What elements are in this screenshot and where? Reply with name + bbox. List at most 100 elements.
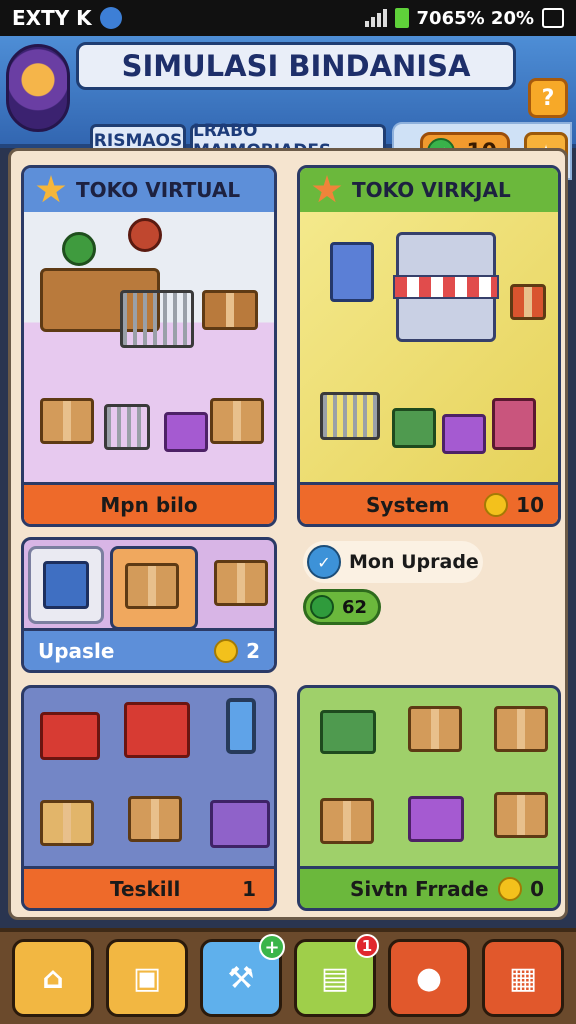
page-title: SIMULASI BINDANISA (76, 42, 516, 90)
main-panel: TOKO VIRTUAL Mpn bilo TOKO VIRKJAL Syste… (8, 148, 568, 920)
box-icon (40, 398, 94, 444)
box-icon (408, 706, 462, 752)
cost-value: 2 (246, 638, 260, 663)
status-right-text: 7065% 20% (416, 7, 534, 29)
check-icon: ✓ (307, 545, 341, 579)
card-header: TOKO VIRKJAL (300, 168, 558, 212)
nav-chat-button[interactable]: ● (388, 939, 470, 1017)
items-label: Teskill (110, 876, 181, 901)
bottom-navigation: ⌂ ▣ ⚒ + ▤ 1 ● ▦ (0, 928, 576, 1024)
box-icon (320, 798, 374, 844)
box-icon (494, 792, 548, 838)
box-icon (210, 398, 264, 444)
card-header: TOKO VIRTUAL (24, 168, 274, 212)
coin-icon (498, 876, 523, 901)
card-action-label: System (366, 492, 450, 517)
nav-shop-button[interactable]: ▦ (482, 939, 564, 1017)
battery-icon (394, 8, 409, 28)
store-building-icon (393, 232, 499, 342)
box-icon (125, 563, 179, 609)
items-card-right[interactable]: Sivtn Frrade 0 (297, 685, 561, 911)
shopping-cart-icon (120, 290, 194, 348)
purple-cart-icon (210, 800, 270, 848)
cost-display: 10 (484, 492, 544, 517)
box-icon (128, 796, 182, 842)
upgrade-items (24, 540, 274, 636)
shopping-cart-icon (320, 392, 380, 440)
green-crate-icon (320, 710, 376, 754)
card-action-button[interactable]: Mpn bilo (24, 482, 274, 524)
crate-icon (202, 290, 258, 330)
star-icon (312, 175, 342, 203)
mission-pill[interactable]: ✓ Mon Uprade (303, 541, 483, 583)
items-card-left[interactable]: Teskill 1 (21, 685, 277, 911)
cost-value: 0 (530, 876, 544, 901)
plus-badge: + (259, 934, 285, 960)
store-card-left[interactable]: TOKO VIRTUAL Mpn bilo (21, 165, 277, 527)
bag-icon: ▣ (132, 960, 162, 996)
game-logo-icon[interactable] (6, 44, 70, 132)
items-label: Sivtn Frrade (350, 876, 489, 901)
plant-icon (62, 232, 96, 266)
upgrade-label: Upasle (38, 638, 115, 663)
store-scene-illustration (24, 212, 274, 488)
green-box-icon (392, 408, 436, 448)
upgrade-slot-2[interactable] (110, 546, 198, 630)
upgrade-card[interactable]: Upasle 2 (21, 537, 277, 673)
red-crate-icon (510, 284, 546, 320)
signal-icon (364, 9, 387, 27)
stacked-goods-icon (40, 800, 94, 846)
cost-display: 2 (214, 638, 260, 663)
star-icon (36, 175, 66, 203)
plant-icon (128, 218, 162, 252)
mission-progress-pill: 62 (303, 589, 381, 625)
upgrade-slot-1[interactable] (28, 546, 104, 624)
card-title: TOKO VIRTUAL (76, 178, 241, 202)
shop-icon: ▦ (508, 960, 538, 996)
nav-home-button[interactable]: ⌂ (12, 939, 94, 1017)
coin-icon (214, 638, 239, 663)
status-bar: EXTY K 7065% 20% (0, 0, 576, 36)
build-icon: ⚒ (227, 960, 255, 996)
coin-icon (484, 492, 509, 517)
cost-display: 0 (498, 876, 544, 901)
vending-machine-icon (330, 242, 374, 302)
cards-icon: ▤ (320, 960, 350, 996)
items-value: 1 (242, 876, 256, 901)
pink-bag-icon (492, 398, 536, 450)
mission-label: Mon Uprade (349, 551, 479, 573)
info-button[interactable]: ? (528, 78, 568, 118)
cost-value: 10 (516, 492, 544, 517)
card-action-label: Mpn bilo (100, 492, 198, 517)
nav-build-button[interactable]: ⚒ + (200, 934, 285, 1017)
purple-box-icon (442, 414, 486, 454)
red-basket-icon (40, 712, 100, 760)
card-action-button[interactable]: System 10 (300, 482, 558, 524)
red-cart-icon (124, 702, 190, 758)
upgrade-action-button[interactable]: Upasle 2 (24, 628, 274, 670)
card-title: TOKO VIRKJAL (352, 178, 511, 202)
gift-box-icon (164, 412, 208, 452)
recent-apps-icon (542, 8, 564, 28)
mission-value: 62 (342, 596, 368, 618)
header: SIMULASI BINDANISA ? RISMAOS LRABO MAIMO… (0, 36, 576, 180)
items-action-button[interactable]: Teskill 1 (24, 866, 274, 908)
items-grid (24, 688, 274, 872)
app-status-icon (99, 7, 122, 29)
box-icon (214, 560, 268, 606)
store-scene-illustration (300, 212, 558, 488)
nav-bag-button[interactable]: ▣ (106, 939, 188, 1017)
store-card-right[interactable]: TOKO VIRKJAL System 10 (297, 165, 561, 527)
upgrade-slot-3[interactable] (206, 546, 274, 624)
notification-badge: 1 (355, 934, 379, 958)
box-icon (494, 706, 548, 752)
chat-icon: ● (415, 960, 443, 996)
items-grid (300, 688, 558, 872)
status-left-text: EXTY K (12, 6, 92, 30)
nav-cards-button[interactable]: ▤ 1 (294, 934, 379, 1017)
basket-icon (104, 404, 150, 450)
purple-gift-icon (408, 796, 464, 842)
items-action-button[interactable]: Sivtn Frrade 0 (300, 866, 558, 908)
home-icon: ⌂ (42, 960, 64, 996)
display-board-icon (43, 561, 89, 609)
